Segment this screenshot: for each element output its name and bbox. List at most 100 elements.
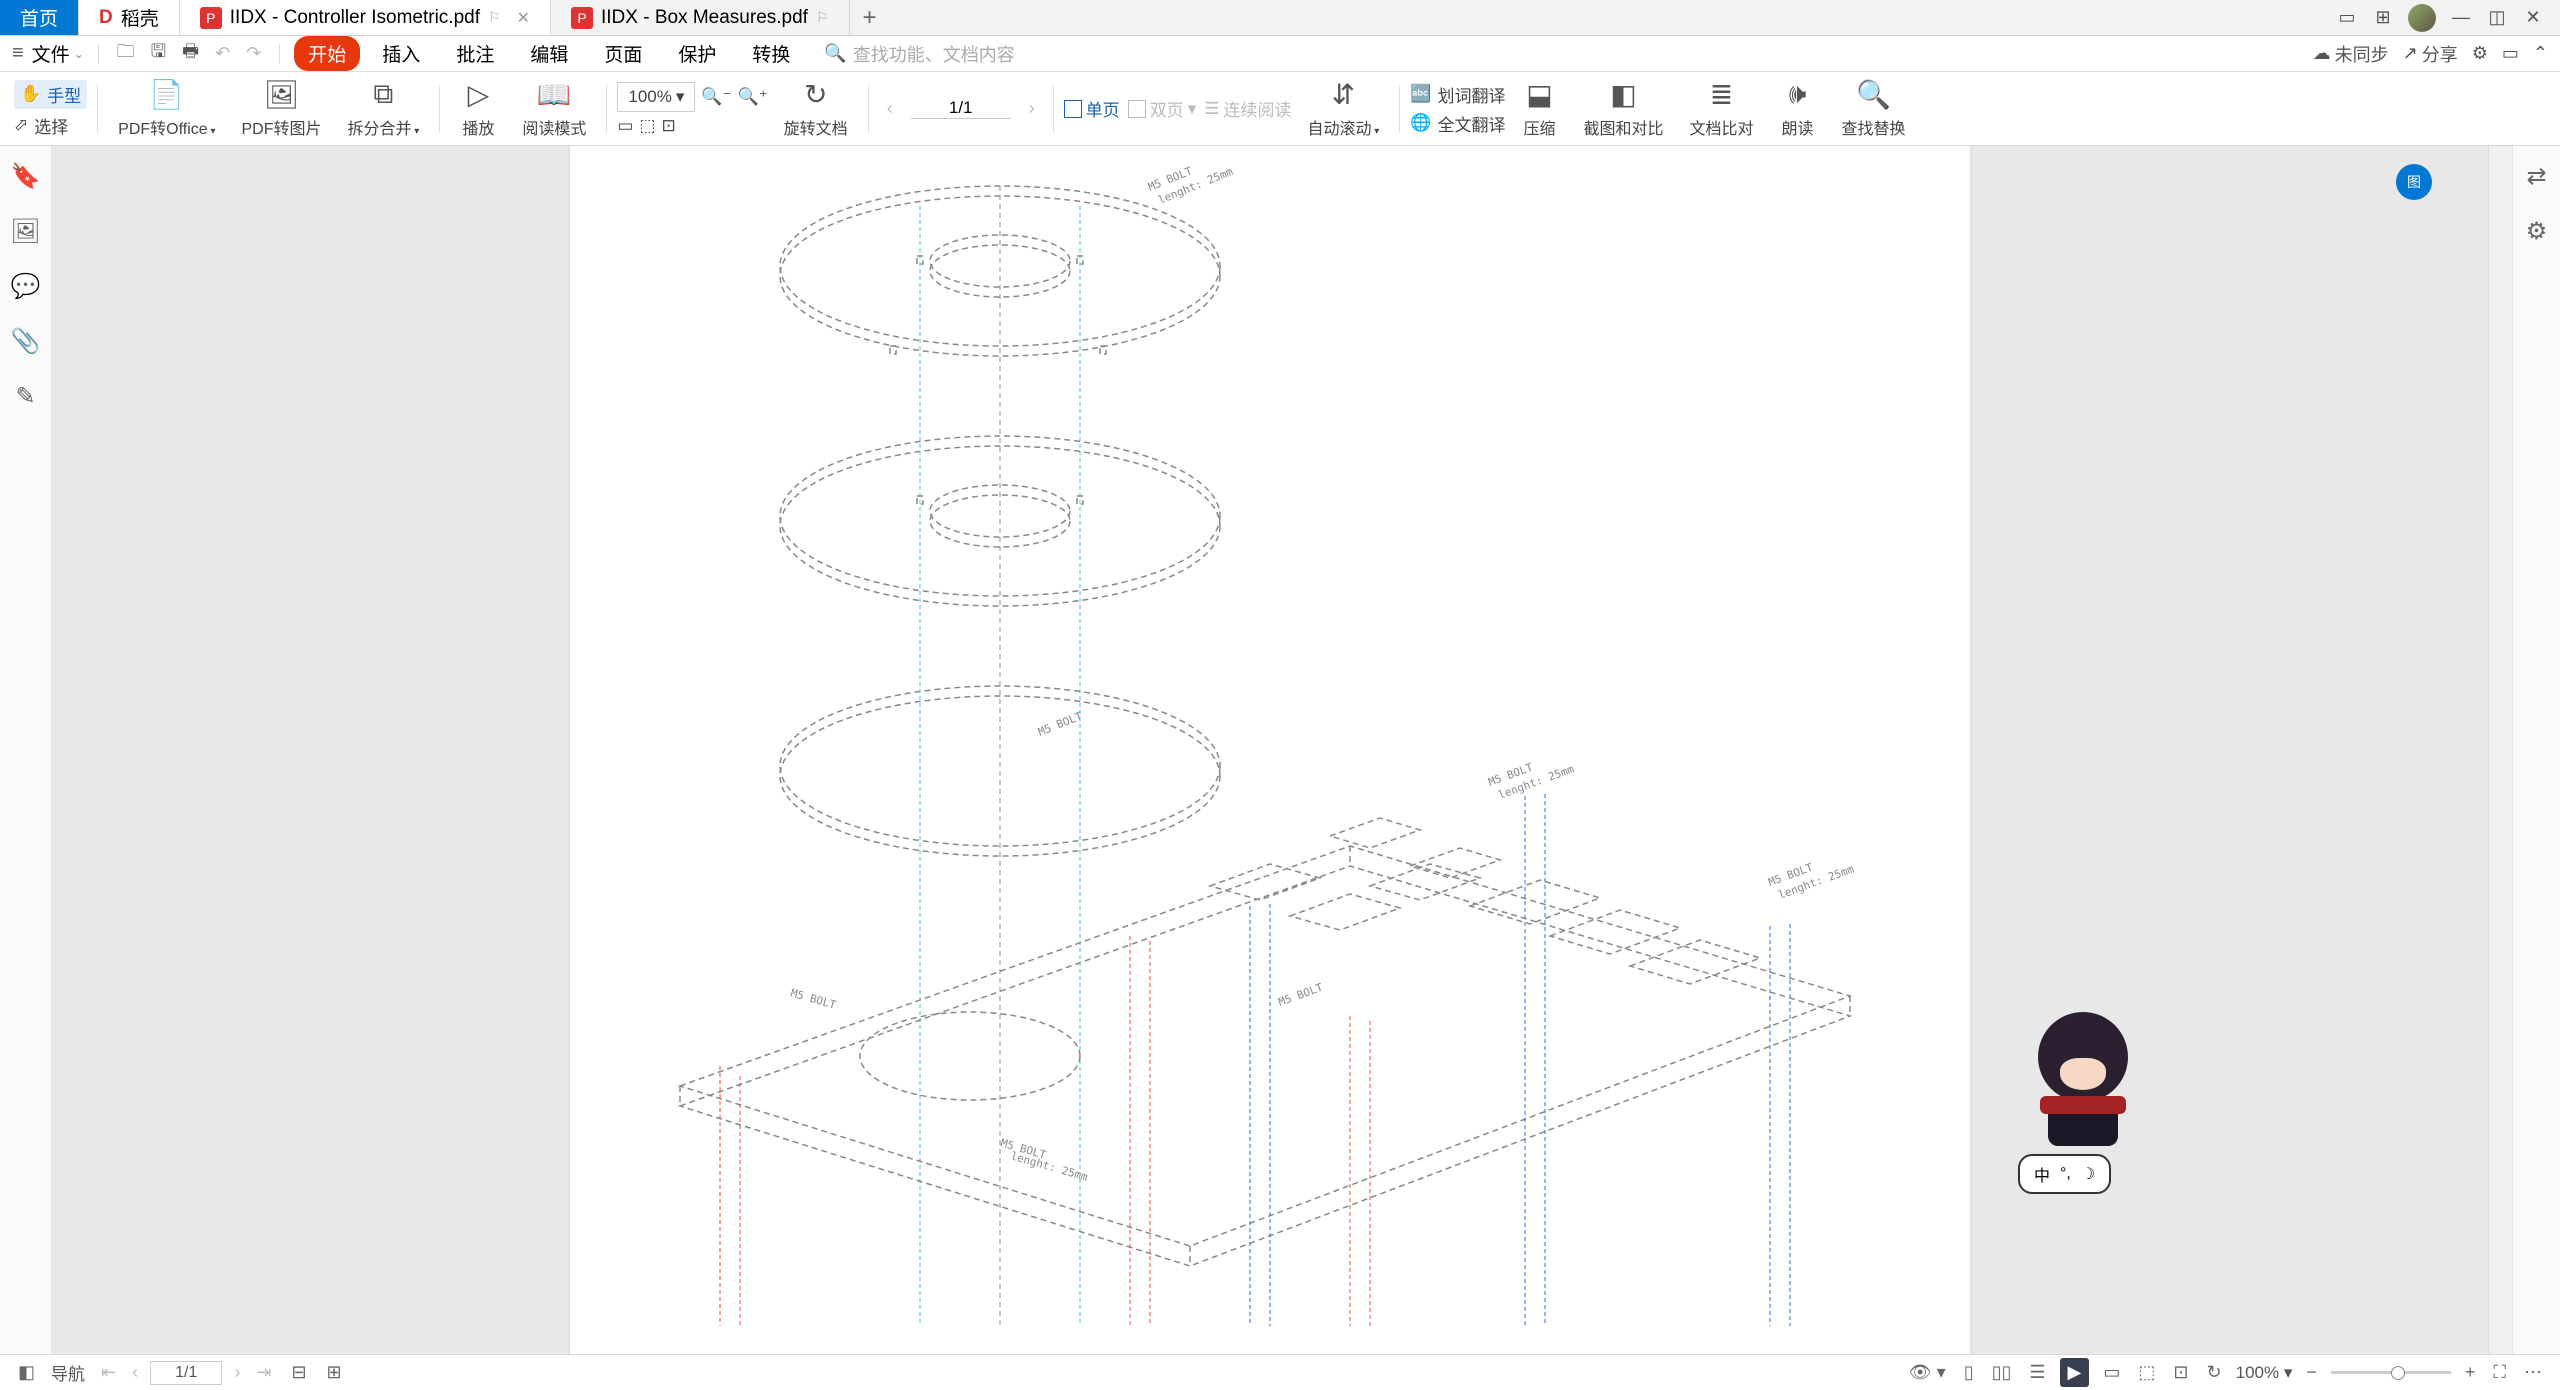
select-tool[interactable]: ⬀ 选择	[14, 113, 87, 138]
fullscreen-icon[interactable]: ⛶	[2489, 1362, 2510, 1383]
prev-page-icon[interactable]: ‹	[879, 98, 901, 119]
text-compare-button[interactable]: ≣文档比对	[1680, 79, 1764, 139]
continuous-mode[interactable]: ☰ 连续阅读	[1204, 96, 1291, 121]
settings-icon[interactable]: ⚙	[2472, 43, 2488, 64]
zoom-value[interactable]: 100% ▾	[2236, 1363, 2293, 1383]
new-tab-button[interactable]: +	[850, 0, 890, 35]
collapse-icon[interactable]: ⌃	[2533, 43, 2548, 64]
calendar-icon[interactable]: ▭	[2336, 7, 2358, 29]
nav-label[interactable]: 导航	[51, 1360, 85, 1385]
pin-icon[interactable]: ⚐	[488, 9, 501, 26]
document-viewport[interactable]: M5 BOLT lenght: 25mm M5 BOLT	[52, 146, 2488, 1354]
grid-icon[interactable]: ⊞	[2372, 7, 2394, 29]
crop-icon[interactable]: ⬚	[2134, 1362, 2159, 1383]
tab-home[interactable]: 首页	[0, 0, 79, 35]
hamburger-icon[interactable]: ≡	[12, 42, 24, 65]
assistant-badge[interactable]: 图	[2396, 164, 2432, 200]
close-icon[interactable]: ✕	[517, 8, 530, 28]
open-icon[interactable]: 🗀	[113, 39, 139, 69]
last-page-icon[interactable]: ⇥	[252, 1362, 275, 1383]
more-icon[interactable]: ⋯	[2520, 1362, 2546, 1383]
eye-icon[interactable]: 👁 ▾	[1905, 1362, 1950, 1383]
sync-status[interactable]: ☁ 未同步	[2313, 41, 2389, 67]
view-single-icon[interactable]: ▯	[1960, 1362, 1978, 1383]
ime-indicator[interactable]: 中 °, ☽	[2018, 1154, 2111, 1194]
play-button[interactable]: ▷播放	[450, 79, 506, 139]
menu-edit[interactable]: 编辑	[516, 36, 582, 71]
auto-scroll-button[interactable]: ⇵自动滚动	[1297, 79, 1389, 139]
first-page-icon[interactable]: ⇤	[97, 1362, 120, 1383]
actual-size-icon[interactable]: ⊡	[661, 116, 675, 136]
read-aloud-button[interactable]: 🕪朗读	[1770, 79, 1826, 139]
menu-insert[interactable]: 插入	[368, 36, 434, 71]
zoom-minus-icon[interactable]: −	[2302, 1362, 2321, 1383]
vertical-scrollbar[interactable]	[2488, 146, 2512, 1354]
hand-tool[interactable]: ✋ 手型	[14, 80, 87, 109]
mascot-widget[interactable]: 中 °, ☽	[2018, 1012, 2148, 1194]
rotate-button[interactable]: ↻旋转文档	[774, 79, 858, 139]
avatar[interactable]	[2408, 4, 2436, 32]
menu-convert[interactable]: 转换	[738, 36, 804, 71]
settings-panel-icon[interactable]: ⚙	[2526, 217, 2548, 246]
word-translate-button[interactable]: 🔤 划词翻译	[1410, 82, 1505, 107]
pin-icon[interactable]: ⚐	[816, 9, 829, 26]
zoom-out-icon[interactable]: 🔍⁻	[701, 87, 731, 107]
page-indicator[interactable]: 1/1	[150, 1361, 222, 1385]
window-close-icon[interactable]: ✕	[2522, 7, 2544, 29]
menu-page[interactable]: 页面	[590, 36, 656, 71]
onetoone-icon[interactable]: ⊡	[2169, 1362, 2192, 1383]
nav-panel-icon[interactable]: ◧	[14, 1362, 39, 1383]
redo-icon[interactable]: ↷	[242, 43, 265, 64]
full-translate-button[interactable]: 🌐 全文翻译	[1410, 111, 1505, 136]
zoom-slider[interactable]	[2331, 1371, 2451, 1374]
thumbnail-icon[interactable]: 🖼	[10, 217, 40, 246]
fit-width-icon[interactable]: ▭	[617, 116, 633, 136]
print-icon[interactable]: 🖶	[178, 39, 203, 69]
theme-icon[interactable]: ▭	[2502, 43, 2519, 64]
save-icon[interactable]: 🖫	[147, 39, 170, 69]
screenshot-compare-button[interactable]: ◧截图和对比	[1573, 79, 1673, 139]
pdf-to-office-button[interactable]: 📄PDF转Office	[108, 79, 225, 139]
reading-mode-button[interactable]: 📖阅读模式	[512, 79, 596, 139]
rotate-icon[interactable]: ↻	[2203, 1362, 2226, 1383]
next-page-icon[interactable]: ›	[230, 1362, 244, 1383]
ai-tools-icon[interactable]: ⇄	[2526, 162, 2546, 191]
file-menu[interactable]: 文件	[32, 40, 84, 67]
signature-icon[interactable]: ✎	[15, 382, 35, 411]
zoom-plus-icon[interactable]: +	[2461, 1362, 2480, 1383]
search-box[interactable]: 🔍 查找功能、文档内容	[824, 41, 1014, 67]
find-replace-button[interactable]: 🔍查找替换	[1832, 79, 1916, 139]
single-page-mode[interactable]: 单页	[1064, 96, 1120, 121]
tab-active-pdf[interactable]: P IIDX - Controller Isometric.pdf ⚐ ✕	[180, 0, 551, 35]
menu-protect[interactable]: 保护	[664, 36, 730, 71]
menu-start[interactable]: 开始	[294, 36, 360, 71]
zoom-in-icon[interactable]: 🔍⁺	[738, 87, 768, 107]
pdf-to-image-button[interactable]: 🖼PDF转图片	[232, 79, 332, 139]
menu-annotate[interactable]: 批注	[442, 36, 508, 71]
zoom-combo[interactable]: 100% ▾	[617, 82, 695, 112]
fit-page-icon[interactable]: ⬚	[639, 116, 655, 136]
compress-button[interactable]: ⬓压缩	[1511, 79, 1567, 139]
zoom-in-icon[interactable]: ⊞	[323, 1362, 346, 1383]
tab-other-pdf[interactable]: P IIDX - Box Measures.pdf ⚐	[551, 0, 850, 35]
comment-icon[interactable]: 💬	[11, 272, 41, 301]
split-merge-button[interactable]: ⧉拆分合并	[338, 79, 430, 139]
undo-icon[interactable]: ↶	[211, 43, 234, 64]
maximize-icon[interactable]: ◫	[2486, 7, 2508, 29]
share-button[interactable]: ↗ 分享	[2403, 41, 2458, 67]
fit-icon[interactable]: ▭	[2099, 1362, 2124, 1383]
next-page-icon[interactable]: ›	[1021, 98, 1043, 119]
double-page-mode[interactable]: 双页 ▾	[1128, 96, 1197, 121]
tab-label: IIDX - Controller Isometric.pdf	[230, 7, 480, 29]
zoom-out-icon[interactable]: ⊟	[287, 1362, 310, 1383]
play-mode-icon[interactable]: ▶	[2060, 1358, 2090, 1387]
pdf-page: M5 BOLT lenght: 25mm M5 BOLT	[570, 146, 1970, 1354]
minimize-icon[interactable]: —	[2450, 7, 2472, 29]
tab-daoke[interactable]: D稻壳	[79, 0, 180, 35]
prev-page-icon[interactable]: ‹	[128, 1362, 142, 1383]
attachment-icon[interactable]: 📎	[11, 327, 41, 356]
bookmark-icon[interactable]: 🔖	[11, 162, 41, 191]
view-double-icon[interactable]: ▯▯	[1988, 1362, 2016, 1383]
page-field[interactable]	[911, 98, 1011, 119]
view-continuous-icon[interactable]: ☰	[2025, 1362, 2049, 1383]
